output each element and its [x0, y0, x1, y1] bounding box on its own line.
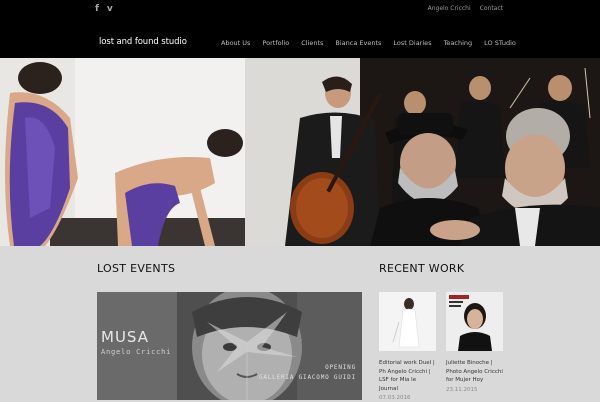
- facebook-icon[interactable]: f: [95, 3, 99, 15]
- site-logo[interactable]: lost and found studio: [99, 37, 187, 47]
- recent-work-item[interactable]: Editorial work Duel | Ph Angelo Cricchi …: [379, 292, 436, 402]
- recent-work-date: 23.11.2015: [446, 386, 478, 393]
- nav-item-portfolio[interactable]: Portfolio: [262, 39, 289, 47]
- recent-work-item[interactable]: Juliette Binoche | Photo Angelo Cricchi …: [446, 292, 503, 394]
- top-link-angelo-cricchi[interactable]: Angelo Cricchi: [428, 5, 471, 13]
- thumb-editorial-duel: [379, 292, 436, 351]
- nav-item-teaching[interactable]: Teaching: [444, 39, 473, 47]
- feature-photo: [97, 292, 362, 400]
- nav-item-lo-studio[interactable]: LO STudio: [484, 39, 516, 47]
- recent-work-date: 07.03.2016: [379, 395, 411, 401]
- site-header: lost and found studio About Us Portfolio…: [0, 18, 600, 58]
- hero-photo-performance: [0, 58, 600, 246]
- vimeo-icon[interactable]: v: [107, 3, 113, 15]
- lost-events-feature[interactable]: MUSA Angelo Cricchi OPENING GALLERIA GIA…: [97, 292, 362, 400]
- feature-title: MUSA: [101, 328, 149, 346]
- recent-work-caption[interactable]: Editorial work Duel | Ph Angelo Cricchi …: [379, 359, 436, 393]
- nav-item-clients[interactable]: Clients: [301, 39, 323, 47]
- main-nav: About Us Portfolio Clients Bianca Events…: [221, 39, 516, 47]
- hero-image: [0, 58, 600, 246]
- lost-events-heading: LOST EVENTS: [97, 262, 176, 275]
- top-utility-bar: f v Angelo Cricchi Contact: [0, 0, 600, 18]
- feature-gallery-label: GALLERIA GIACOMO GUIDI: [258, 374, 356, 381]
- thumb-juliette-binoche-cover: [446, 292, 503, 351]
- social-links: f v: [95, 3, 113, 15]
- feature-opening-label: OPENING: [325, 364, 356, 371]
- top-link-contact[interactable]: Contact: [480, 5, 503, 13]
- top-links: Angelo Cricchi Contact: [428, 5, 503, 13]
- nav-item-lost-diaries[interactable]: Lost Diaries: [393, 39, 431, 47]
- recent-work-heading: RECENT WORK: [379, 262, 465, 275]
- recent-work-caption[interactable]: Juliette Binoche | Photo Angelo Cricchi …: [446, 359, 503, 385]
- nav-item-about-us[interactable]: About Us: [221, 39, 250, 47]
- feature-subtitle: Angelo Cricchi: [101, 348, 172, 356]
- nav-item-bianca-events[interactable]: Bianca Events: [335, 39, 381, 47]
- recent-work-thumbnail[interactable]: [446, 292, 503, 351]
- recent-work-thumbnail[interactable]: [379, 292, 436, 351]
